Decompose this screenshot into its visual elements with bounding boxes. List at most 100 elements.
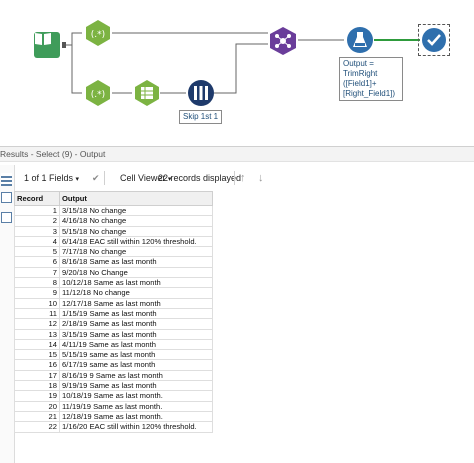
- select-tool[interactable]: [133, 79, 161, 107]
- table-row[interactable]: 7 9/20/18 No Change: [14, 266, 213, 279]
- record-number-cell: 11: [14, 307, 60, 320]
- output-cell[interactable]: 10/18/19 Same as last month.: [59, 390, 213, 402]
- record-number-cell: 19: [14, 390, 60, 402]
- table-row[interactable]: 8 10/12/18 Same as last month: [14, 277, 213, 289]
- output-cell[interactable]: 1/16/20 EAC still within 120% threshold.: [59, 421, 213, 433]
- record-number-cell: 21: [14, 410, 60, 423]
- workflow-canvas[interactable]: (.*) (.*) Skip 1st 1 Output = TrimRight …: [0, 0, 474, 140]
- table-row[interactable]: 14 4/11/19 Same as last month: [14, 338, 213, 351]
- output-cell[interactable]: 11/19/19 Same as last month.: [59, 400, 213, 412]
- check-icon[interactable]: ✔: [92, 171, 100, 185]
- formula-icon: (.*): [86, 80, 110, 106]
- record-number-cell: 2: [14, 215, 60, 227]
- record-number-cell: 5: [14, 246, 60, 258]
- record-number-cell: 22: [14, 421, 60, 433]
- formula-tool-bottom[interactable]: (.*): [84, 79, 112, 107]
- output-cell[interactable]: 9/20/18 No Change: [59, 266, 213, 279]
- sample-tool[interactable]: [187, 79, 215, 107]
- svg-text:(.*): (.*): [91, 90, 105, 100]
- select-icon: [135, 80, 159, 106]
- output-cell[interactable]: 6/17/19 same as last month: [59, 359, 213, 371]
- arrow-up-icon[interactable]: ↑: [240, 171, 246, 185]
- record-number-cell: 7: [14, 266, 60, 279]
- book-input-icon: [35, 33, 51, 45]
- record-number-cell: 15: [14, 349, 60, 361]
- table-row[interactable]: 11 1/15/19 Same as last month: [14, 307, 213, 320]
- formula-flask-icon: [347, 27, 373, 53]
- metadata-view-icon[interactable]: [1, 192, 12, 203]
- output-cell[interactable]: 2/18/19 Same as last month: [59, 318, 213, 330]
- table-row[interactable]: 15 5/15/19 same as last month: [14, 349, 213, 361]
- output-cell[interactable]: 9/19/19 Same as last month: [59, 380, 213, 392]
- record-number-cell: 14: [14, 338, 60, 351]
- table-row[interactable]: 21 12/18/19 Same as last month.: [14, 410, 213, 423]
- output-cell[interactable]: 4/16/18 No change: [59, 215, 213, 227]
- output-cell[interactable]: 12/17/18 Same as last month: [59, 297, 213, 309]
- output-cell[interactable]: 10/12/18 Same as last month: [59, 277, 213, 289]
- results-table: Record Output 1 3/15/18 No change 2 4/16/18…: [14, 191, 213, 433]
- record-number-cell: 9: [14, 287, 60, 299]
- output-cell[interactable]: 5/15/19 same as last month: [59, 349, 213, 361]
- output-cell[interactable]: 3/15/19 Same as last month: [59, 328, 213, 340]
- table-row[interactable]: 20 11/19/19 Same as last month.: [14, 400, 213, 412]
- sample-icon: [188, 80, 214, 106]
- table-row[interactable]: 6 8/16/18 Same as last month: [14, 256, 213, 268]
- output-cell[interactable]: 11/12/18 No change: [59, 287, 213, 299]
- arrow-down-icon[interactable]: ↓: [258, 171, 264, 185]
- table-row[interactable]: 10 12/17/18 Same as last month: [14, 297, 213, 309]
- formula-icon: (.*): [86, 20, 110, 46]
- results-title: Results - Select (9) - Output: [0, 146, 474, 162]
- record-number-cell: 17: [14, 369, 60, 382]
- table-row[interactable]: 5 7/17/18 No change: [14, 246, 213, 258]
- column-header-record[interactable]: Record: [14, 191, 60, 206]
- record-number-cell: 8: [14, 277, 60, 289]
- record-number-cell: 3: [14, 225, 60, 237]
- record-number-cell: 6: [14, 256, 60, 268]
- output-cell[interactable]: 8/16/18 Same as last month: [59, 256, 213, 268]
- output-cell[interactable]: 6/14/18 EAC still within 120% threshold.: [59, 235, 213, 248]
- output-cell[interactable]: 3/15/18 No change: [59, 204, 213, 217]
- output-cell[interactable]: 7/17/18 No change: [59, 246, 213, 258]
- table-row[interactable]: 3 5/15/18 No change: [14, 225, 213, 237]
- table-row[interactable]: 1 3/15/18 No change: [14, 204, 213, 217]
- record-number-cell: 4: [14, 235, 60, 248]
- table-row[interactable]: 2 4/16/18 No change: [14, 215, 213, 227]
- table-row[interactable]: 4 6/14/18 EAC still within 120% threshold…: [14, 235, 213, 248]
- record-number-cell: 16: [14, 359, 60, 371]
- output-cell[interactable]: 5/15/18 No change: [59, 225, 213, 237]
- results-sidebar: [0, 165, 15, 463]
- record-number-cell: 10: [14, 297, 60, 309]
- message-view-icon[interactable]: [1, 212, 12, 223]
- formula-flask-tool[interactable]: [346, 26, 374, 54]
- input-tool[interactable]: [34, 32, 60, 58]
- record-number-cell: 12: [14, 318, 60, 330]
- record-number-cell: 13: [14, 328, 60, 340]
- table-row[interactable]: 9 11/12/18 No change: [14, 287, 213, 299]
- table-row[interactable]: 19 10/18/19 Same as last month.: [14, 390, 213, 402]
- fields-selector[interactable]: 1 of 1 Fields ▾: [24, 171, 79, 187]
- table-row[interactable]: 22 1/16/20 EAC still within 120% threshol…: [14, 421, 213, 433]
- output-cell[interactable]: 4/11/19 Same as last month: [59, 338, 213, 351]
- browse-check-icon: [422, 28, 446, 52]
- record-number-cell: 20: [14, 400, 60, 412]
- join-icon: [270, 27, 296, 55]
- table-row[interactable]: 13 3/15/19 Same as last month: [14, 328, 213, 340]
- formula-label: (.*): [91, 30, 105, 40]
- records-count: 22 records displayed: [158, 173, 242, 183]
- browse-tool[interactable]: [418, 24, 450, 56]
- output-cell[interactable]: 8/16/19 9 Same as last month: [59, 369, 213, 382]
- record-number-cell: 1: [14, 204, 60, 217]
- results-toolbar: 1 of 1 Fields ▾ ✔ Cell Viewer ▾ 22 recor…: [0, 165, 474, 191]
- join-tool[interactable]: [268, 26, 298, 56]
- table-row[interactable]: 16 6/17/19 same as last month: [14, 359, 213, 371]
- table-row[interactable]: 12 2/18/19 Same as last month: [14, 318, 213, 330]
- column-header-output[interactable]: Output: [59, 191, 213, 206]
- formula-tool-top[interactable]: (.*): [84, 19, 112, 47]
- record-number-cell: 18: [14, 380, 60, 392]
- output-cell[interactable]: 1/15/19 Same as last month: [59, 307, 213, 320]
- annotation-skip: Skip 1st 1: [179, 110, 223, 124]
- table-row[interactable]: 18 9/19/19 Same as last month: [14, 380, 213, 392]
- table-header-row: Record Output: [14, 191, 213, 206]
- output-cell[interactable]: 12/18/19 Same as last month.: [59, 410, 213, 423]
- table-row[interactable]: 17 8/16/19 9 Same as last month: [14, 369, 213, 382]
